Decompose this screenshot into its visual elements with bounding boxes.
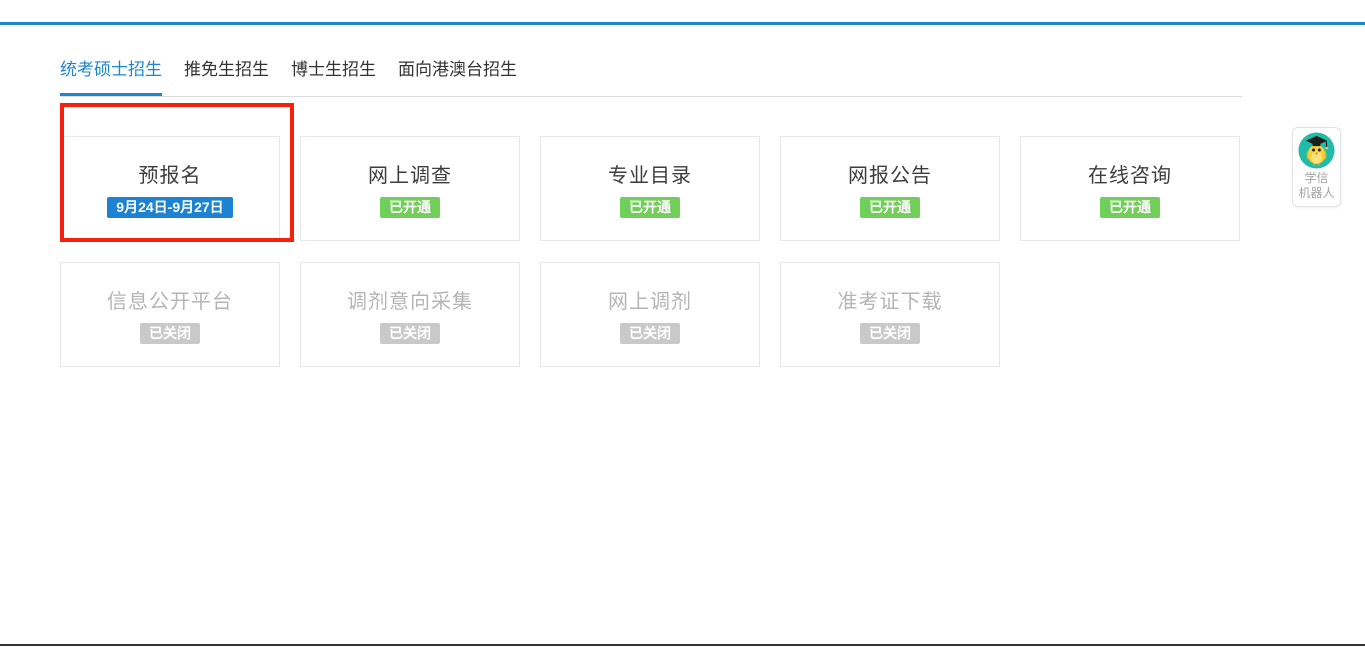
- service-card-title: 网上调剂: [608, 285, 692, 314]
- service-card-title: 预报名: [139, 159, 202, 188]
- service-card: 信息公开平台已关闭: [60, 262, 280, 367]
- service-card[interactable]: 在线咨询已开通: [1020, 136, 1240, 241]
- tab-item[interactable]: 博士生招生: [291, 55, 376, 96]
- service-card[interactable]: 专业目录已开通: [540, 136, 760, 241]
- tab-item[interactable]: 推免生招生: [184, 55, 269, 96]
- service-card: 准考证下载已关闭: [780, 262, 1000, 367]
- status-badge: 已开通: [1100, 197, 1160, 218]
- robot-assistant-label: 学信 机器人: [1298, 171, 1334, 201]
- chsi-robot-icon: [1298, 132, 1335, 169]
- footer-top-border: [0, 644, 1365, 646]
- status-badge: 已开通: [620, 197, 680, 218]
- status-badge: 已关闭: [140, 323, 200, 344]
- service-card[interactable]: 网上调查已开通: [300, 136, 520, 241]
- service-card-title: 准考证下载: [838, 285, 943, 314]
- status-badge: 已关闭: [860, 323, 920, 344]
- tab-item[interactable]: 面向港澳台招生: [398, 55, 517, 96]
- tab-bar: 统考硕士招生推免生招生博士生招生面向港澳台招生: [60, 25, 1242, 97]
- service-card[interactable]: 预报名 9月24日-9月27日: [60, 136, 280, 241]
- status-badge: 已关闭: [380, 323, 440, 344]
- service-card: 网上调剂已关闭: [540, 262, 760, 367]
- service-card-title: 信息公开平台: [107, 285, 233, 314]
- status-badge: 已开通: [380, 197, 440, 218]
- main-content: 统考硕士招生推免生招生博士生招生面向港澳台招生 预报名9月24日-9月27日网上…: [60, 25, 1242, 367]
- service-card-title: 专业目录: [608, 159, 692, 188]
- service-card-title: 在线咨询: [1088, 159, 1172, 188]
- tab-item[interactable]: 统考硕士招生: [60, 55, 162, 96]
- service-grid: 预报名9月24日-9月27日网上调查已开通专业目录已开通网报公告已开通在线咨询已…: [60, 136, 1242, 367]
- service-card-title: 调剂意向采集: [347, 285, 473, 314]
- service-card-title: 网上调查: [368, 159, 452, 188]
- status-badge: 已开通: [860, 197, 920, 218]
- service-card-title: 网报公告: [848, 159, 932, 188]
- status-badge: 已关闭: [620, 323, 680, 344]
- service-card[interactable]: 网报公告已开通: [780, 136, 1000, 241]
- status-badge: 9月24日-9月27日: [107, 197, 232, 218]
- service-card: 调剂意向采集已关闭: [300, 262, 520, 367]
- robot-label-line2: 机器人: [1298, 186, 1334, 201]
- robot-label-line1: 学信: [1298, 171, 1334, 186]
- robot-assistant-button[interactable]: 学信 机器人: [1292, 127, 1341, 207]
